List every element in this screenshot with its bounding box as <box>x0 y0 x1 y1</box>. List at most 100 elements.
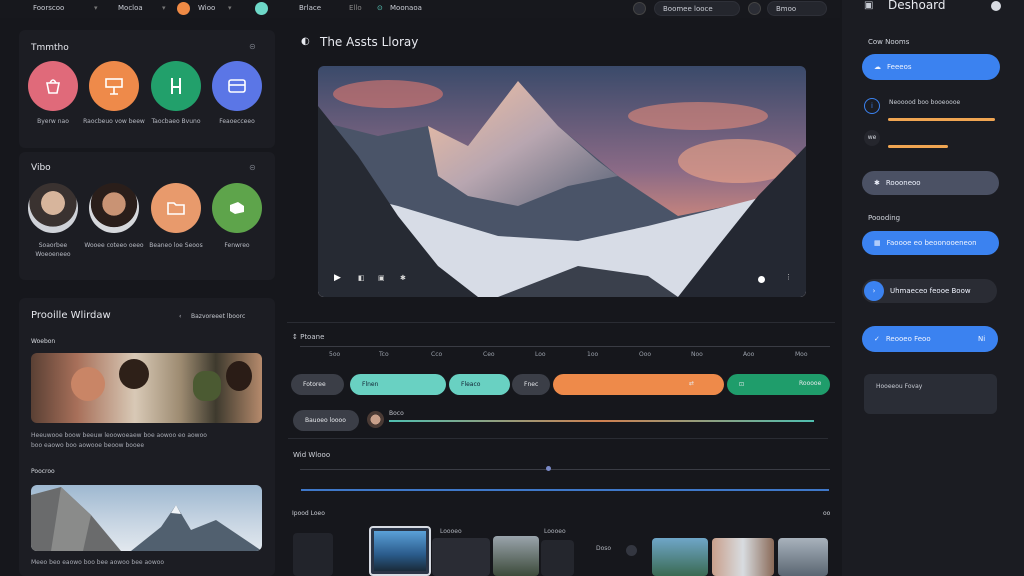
progress-bar <box>888 145 948 148</box>
section-title: Poooding <box>868 214 901 222</box>
tick-label: Moo <box>795 351 808 358</box>
avatar[interactable] <box>89 183 139 233</box>
sidebar-button[interactable]: ✓ Reooeo Feoo Ni <box>862 326 998 352</box>
chevron-left-icon[interactable]: ‹ <box>179 313 181 320</box>
folder-icon[interactable] <box>151 183 201 233</box>
track-clip[interactable]: ⊡ Rooooe <box>727 374 830 395</box>
sign-icon[interactable] <box>89 61 139 111</box>
tick-label: Cco <box>431 351 443 358</box>
thumb-label: Doso <box>596 545 612 552</box>
mountain-image <box>318 66 806 297</box>
avatar[interactable] <box>28 183 78 233</box>
swap-icon: ⇄ <box>689 380 695 387</box>
video-player[interactable]: ▶ ◧ ▣ ✱ ⋮ <box>318 66 806 297</box>
sidebar-button[interactable]: › Uhmaeceo feooe Boow <box>862 279 997 303</box>
video-label: Beaneo loe Seoos <box>149 242 203 249</box>
audio-waveform[interactable] <box>389 420 814 422</box>
track-clip[interactable]: Fotoree <box>291 374 344 395</box>
more-icon[interactable]: ⋮ <box>785 273 792 281</box>
section-label: Woebon <box>31 338 56 345</box>
user-icon[interactable] <box>991 1 1001 11</box>
ruler <box>300 346 830 347</box>
media-thumbnail[interactable] <box>778 538 828 576</box>
info-icon[interactable]: i <box>864 98 880 114</box>
media-thumbnail[interactable] <box>712 538 774 576</box>
info-card[interactable]: Hooeeou Fovay <box>864 374 997 414</box>
card-icon[interactable] <box>212 61 262 111</box>
captions-icon[interactable]: ▣ <box>378 274 385 282</box>
audio-track-button[interactable]: Bauoeo loooo <box>293 410 359 431</box>
progress-bar <box>888 118 995 121</box>
divider <box>287 322 835 323</box>
window-icon[interactable] <box>212 183 262 233</box>
video-label: Fenwreo <box>224 242 250 249</box>
preview-text: boo eaowo boo aowooe beoow booee <box>31 442 145 449</box>
chevron-down-icon[interactable]: ▾ <box>228 4 232 12</box>
nav-link[interactable]: Moonaoa <box>390 4 422 12</box>
template-label: Raocbeuo vow beew <box>83 118 145 125</box>
orange-dot-icon[interactable] <box>177 2 190 15</box>
media-label: Ipood Loeo <box>292 510 325 517</box>
track-clip[interactable]: Fnec <box>512 374 550 395</box>
preview-image[interactable] <box>31 485 262 551</box>
preview-action[interactable]: Bazvoreeet lboorc <box>191 313 245 320</box>
nav-link[interactable]: Brlace <box>299 4 321 12</box>
sidebar-button[interactable]: ▦ Faoooe eo beoonooeneon <box>862 231 999 255</box>
media-thumbnail[interactable] <box>652 538 708 576</box>
avatar[interactable]: we <box>864 130 880 146</box>
sidebar-button[interactable]: ✱ Roooneoo <box>862 171 999 195</box>
teal-dot-icon[interactable] <box>255 2 268 15</box>
search-icon[interactable] <box>748 2 761 15</box>
search-input[interactable]: Boomee looce <box>654 1 740 16</box>
track-clip[interactable]: Flnen <box>350 374 446 395</box>
audio-avatar[interactable] <box>367 411 384 428</box>
grid-icon: ▦ <box>874 239 881 247</box>
templates-panel: Tmmtho ⊝ Byerw nao Raocbeuo vow beew Tao… <box>19 30 275 148</box>
settings-icon[interactable] <box>633 2 646 15</box>
preview-window-panel: Prooille Wlirdaw ‹ Bazvoreeet lboorc Woe… <box>19 298 275 576</box>
dashboard-icon: ▣ <box>864 0 874 11</box>
media-thumbnail[interactable] <box>493 536 539 576</box>
media-thumbnail[interactable] <box>293 533 333 576</box>
panel-title: Vibo <box>31 163 51 173</box>
clip-label: Rooooe <box>799 380 822 387</box>
fullscreen-icon[interactable] <box>758 276 765 283</box>
track-clip[interactable]: Fleaco <box>449 374 510 395</box>
sidebar-button[interactable]: ☁ Feeeos <box>862 54 1000 80</box>
progress-bar[interactable] <box>301 489 829 491</box>
bag-icon[interactable] <box>28 61 78 111</box>
template-label: Taocbaeo Bvuno <box>151 118 201 125</box>
settings-icon[interactable]: ✱ <box>400 274 406 282</box>
options-icon[interactable]: ⊝ <box>249 42 256 51</box>
top-menu-item[interactable]: Foorscoo <box>33 4 64 12</box>
thumb-label: Loooeo <box>440 528 462 535</box>
playhead[interactable] <box>546 466 551 471</box>
media-thumbnail[interactable] <box>541 540 574 576</box>
star-icon: ✱ <box>874 179 880 187</box>
chevron-down-icon[interactable]: ▾ <box>162 4 166 12</box>
search-input[interactable]: Bmoo <box>767 1 827 16</box>
top-menu-item[interactable]: Wioo <box>198 4 215 12</box>
top-bar: Foorscoo ▾ Mocloa ▾ Wioo ▾ Brlace Ello ⊙… <box>0 0 840 18</box>
tools-icon[interactable] <box>151 61 201 111</box>
panel-title: Prooille Wlirdaw <box>31 310 111 321</box>
tick-label: 1oo <box>587 351 599 358</box>
play-icon[interactable] <box>626 545 637 556</box>
top-menu-item[interactable]: Mocloa <box>118 4 143 12</box>
play-icon[interactable]: ▶ <box>334 273 341 283</box>
chevron-down-icon[interactable]: ▾ <box>94 4 98 12</box>
video-label: Wooee coteeo oeeo <box>84 242 144 249</box>
more-icon[interactable]: oo <box>823 510 830 517</box>
media-thumbnail[interactable] <box>432 538 490 576</box>
check-icon: ✓ <box>874 335 880 343</box>
panel-title: Tmmtho <box>31 43 69 53</box>
nav-link[interactable]: Ello <box>349 4 362 12</box>
section-label: Poocroo <box>31 468 55 475</box>
media-thumbnail-selected[interactable] <box>369 526 431 576</box>
link-icon[interactable]: ⊙ <box>377 4 383 12</box>
sidebar-item-label: Neooood boo booeoooe <box>889 99 961 106</box>
options-icon[interactable]: ⊝ <box>249 163 256 172</box>
track-clip[interactable]: ⇄ <box>553 374 724 395</box>
preview-image[interactable] <box>31 353 262 423</box>
volume-icon[interactable]: ◧ <box>358 274 365 282</box>
